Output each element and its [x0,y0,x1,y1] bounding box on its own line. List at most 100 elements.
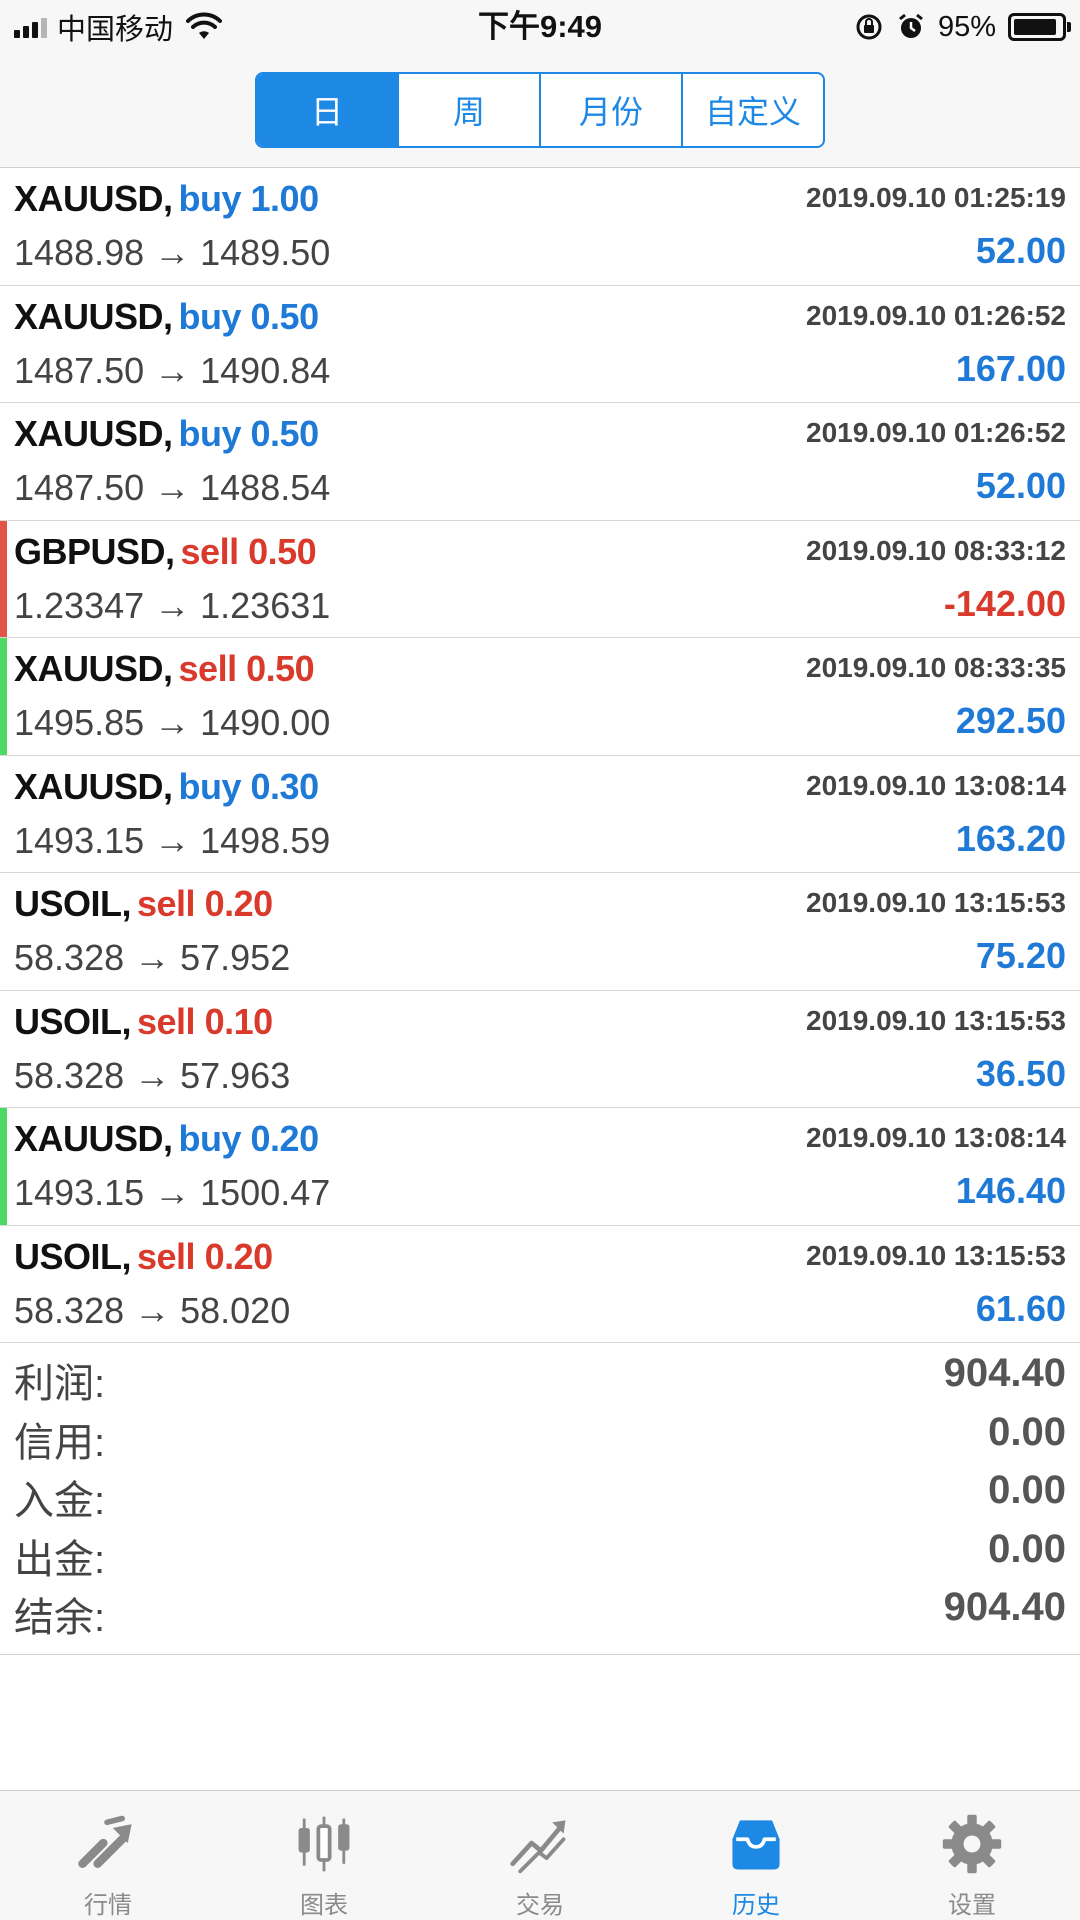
trade-header: GBPUSD, sell 0.50 [14,530,317,573]
history-icon [732,1820,780,1870]
period-tab-month[interactable]: 月份 [541,74,683,146]
trade-symbol: USOIL, [14,883,132,924]
trade-profit: 36.50 [975,1052,1066,1094]
trade-prices: 1493.15 → 1500.47 [14,1172,331,1213]
trade-side-volume: buy 0.50 [178,413,320,454]
trade-profit: 61.60 [975,1287,1066,1329]
status-bar: 中国移动 下午9:49 95% [0,0,1080,54]
trade-row[interactable]: GBPUSD, sell 0.50 2019.09.10 08:33:12 1.233… [0,520,1080,638]
trade-row[interactable]: USOIL, sell 0.10 2019.09.10 13:15:53 58.328… [0,991,1080,1108]
tab-quotes-label: 行情 [84,1892,132,1919]
tab-trade[interactable]: 交易 [432,1791,648,1920]
trade-time: 2019.09.10 01:26:52 [806,417,1066,448]
trade-header: XAUUSD, buy 0.30 [14,766,319,808]
trade-header: XAUUSD, buy 1.00 [14,178,319,220]
period-tab-custom[interactable]: 自定义 [683,74,823,146]
trade-header: XAUUSD, sell 0.50 [14,648,315,690]
trade-time: 2019.09.10 13:15:53 [806,1004,1066,1036]
tab-history[interactable]: 历史 [648,1791,864,1920]
trade-prices: 58.328 → 57.963 [14,1054,291,1096]
trade-time: 2019.09.10 13:15:53 [806,1239,1066,1271]
trade-status-marker [0,403,7,520]
trade-profit: 52.00 [975,465,1066,506]
trade-header: USOIL, sell 0.10 [14,1001,273,1043]
trade-prices: 1487.50 → 1490.84 [14,349,331,391]
trade-prices: 1487.50 → 1488.54 [14,467,331,508]
trade-side-volume: buy 1.00 [178,178,320,219]
orientation-lock-icon [856,14,882,40]
period-tab-week[interactable]: 周 [399,74,541,146]
trade-profit: 292.50 [955,700,1066,741]
tab-trade-label: 交易 [516,1892,564,1919]
alarm-icon [899,13,923,38]
trade-profit: 163.20 [955,817,1066,859]
summary-label: 结余: [14,1596,106,1640]
period-tab-day[interactable]: 日 [257,74,399,146]
summary-label: 出金: [14,1537,106,1582]
header: 日 周 月份 自定义 [0,54,1080,168]
trade-header: XAUUSD, buy 0.50 [14,413,319,455]
trade-time: 2019.09.10 08:33:35 [806,652,1066,683]
trade-row[interactable]: USOIL, sell 0.20 2019.09.10 13:15:53 58.328… [0,873,1080,991]
trade-symbol: USOIL, [14,1000,132,1042]
summary-row: 入金: 0.00 [0,1468,1080,1526]
trade-time: 2019.09.10 13:08:14 [806,769,1066,801]
summary-row: 结余: 904.40 [0,1585,1080,1643]
trade-symbol: XAUUSD, [14,648,173,689]
summary-value: 0.00 [988,1409,1066,1454]
quotes-icon [78,1815,132,1869]
trade-side-volume: sell 0.50 [178,648,315,689]
trade-row[interactable]: XAUUSD, sell 0.50 2019.09.10 08:33:35 1495.… [0,638,1080,756]
trade-side-volume: sell 0.50 [180,530,317,572]
summary-row: 利润: 904.40 [0,1351,1080,1409]
trade-side-volume: buy 0.50 [178,295,320,337]
period-segmented-control: 日 周 月份 自定义 [255,72,825,148]
battery-icon [1008,13,1071,41]
tab-history-label: 历史 [732,1892,780,1919]
trade-time: 2019.09.10 08:33:12 [806,534,1066,566]
summary-label: 信用: [14,1420,106,1465]
trade-profit: 146.40 [955,1170,1066,1211]
trade-header: XAUUSD, buy 0.20 [14,1118,319,1160]
trade-side-volume: sell 0.20 [137,883,273,924]
trade-time: 2019.09.10 13:08:14 [806,1122,1066,1153]
summary-value: 904.40 [943,1351,1066,1395]
trade-header: USOIL, sell 0.20 [14,1236,273,1278]
trade-status-marker [0,286,7,403]
trade-prices: 1493.15 → 1498.59 [14,819,331,861]
summary-label: 入金: [14,1479,106,1523]
trade-icon [510,1820,566,1874]
tab-chart[interactable]: 图表 [216,1791,432,1920]
trade-symbol: USOIL, [14,1235,132,1277]
trade-row[interactable]: USOIL, sell 0.20 2019.09.10 13:15:53 58.328… [0,1226,1080,1343]
trade-prices: 58.328 → 57.952 [14,937,291,978]
summary-value: 0.00 [988,1526,1066,1571]
tab-quotes[interactable]: 行情 [0,1791,216,1920]
trade-symbol: XAUUSD, [14,178,173,219]
trade-status-marker [0,991,7,1108]
trade-row[interactable]: XAUUSD, buy 0.30 2019.09.10 13:08:14 1493.1… [0,756,1080,873]
trade-symbol: XAUUSD, [14,413,173,454]
summary-row: 信用: 0.00 [0,1410,1080,1468]
summary-value: 904.40 [943,1585,1066,1629]
tab-settings[interactable]: 设置 [864,1791,1080,1920]
trade-row[interactable]: XAUUSD, buy 1.00 2019.09.10 01:25:19 1488.9… [0,168,1080,286]
summary-value: 0.00 [988,1468,1066,1512]
trade-row[interactable]: XAUUSD, buy 0.50 2019.09.10 01:26:52 1487.5… [0,403,1080,521]
trade-side-volume: buy 0.20 [178,1118,320,1159]
trade-history-list: XAUUSD, buy 1.00 2019.09.10 01:25:19 1488.9… [0,168,1080,1343]
trade-row[interactable]: XAUUSD, buy 0.20 2019.09.10 13:08:14 1493.1… [0,1108,1080,1226]
trade-profit: 75.20 [975,935,1066,976]
trade-header: XAUUSD, buy 0.50 [14,296,319,338]
trade-status-marker [0,638,7,755]
trade-prices: 1.23347 → 1.23631 [14,584,331,626]
battery-percentage: 95% [937,10,996,43]
trade-status-marker [0,1226,7,1343]
trade-status-marker [0,168,7,285]
trade-row[interactable]: XAUUSD, buy 0.50 2019.09.10 01:26:52 1487.5… [0,286,1080,403]
trade-status-marker [0,520,7,637]
trade-time: 2019.09.10 01:26:52 [806,299,1066,331]
trade-time: 2019.09.10 13:15:53 [806,887,1066,918]
trade-status-marker [0,1108,7,1225]
trade-side-volume: buy 0.30 [178,765,320,807]
